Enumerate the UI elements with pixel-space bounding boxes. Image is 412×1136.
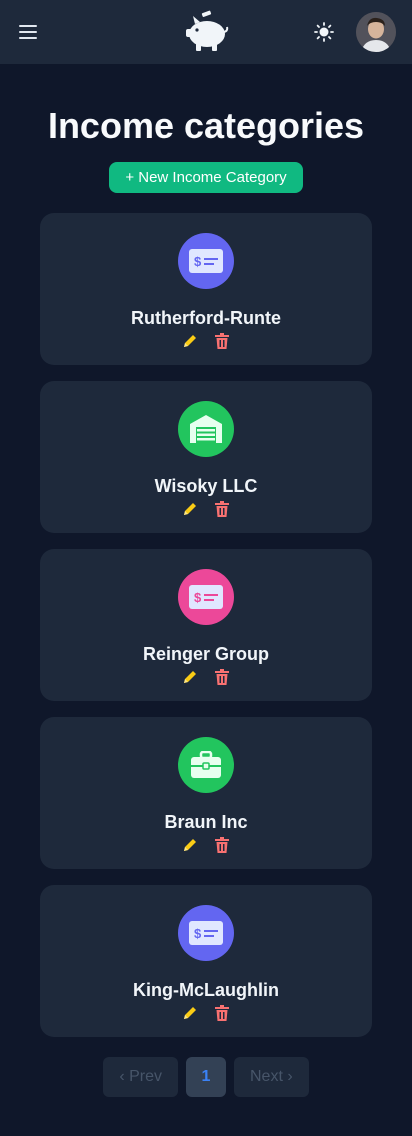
category-card: Braun Inc <box>40 717 372 869</box>
trash-icon[interactable] <box>214 669 230 685</box>
check-icon: $ <box>178 569 234 625</box>
category-actions <box>182 1005 230 1021</box>
briefcase-icon <box>178 737 234 793</box>
category-actions <box>182 501 230 517</box>
check-icon: $ <box>178 905 234 961</box>
category-name: Braun Inc <box>164 812 248 832</box>
next-page-button[interactable]: Next › <box>234 1057 309 1097</box>
trash-icon[interactable] <box>214 333 230 349</box>
category-name: Wisoky LLC <box>154 476 258 496</box>
category-name: Rutherford-Runte <box>131 308 281 328</box>
svg-text:$: $ <box>194 926 202 941</box>
header-tools <box>304 12 396 52</box>
current-page-button[interactable]: 1 <box>186 1057 226 1097</box>
top-navbar <box>0 0 412 64</box>
pencil-icon[interactable] <box>182 333 198 349</box>
pencil-icon[interactable] <box>182 837 198 853</box>
sun-icon[interactable] <box>304 12 344 52</box>
piggy-bank-icon[interactable] <box>183 10 229 52</box>
prev-page-button[interactable]: ‹ Prev <box>103 1057 178 1097</box>
category-actions <box>182 669 230 685</box>
pencil-icon[interactable] <box>182 501 198 517</box>
category-card: $ King-McLaughlin <box>40 885 372 1037</box>
trash-icon[interactable] <box>214 501 230 517</box>
hamburger-menu-icon[interactable] <box>18 22 38 42</box>
category-name: King-McLaughlin <box>133 980 279 1000</box>
trash-icon[interactable] <box>214 837 230 853</box>
warehouse-icon <box>178 401 234 457</box>
category-actions <box>182 333 230 349</box>
page-title: Income categories <box>47 105 365 146</box>
category-card: $ Reinger Group <box>40 549 372 701</box>
category-name: Reinger Group <box>142 644 269 664</box>
category-card: Wisoky LLC <box>40 381 372 533</box>
category-actions <box>182 837 230 853</box>
category-card: $ Rutherford-Runte <box>40 213 372 365</box>
pagination: ‹ Prev 1 Next › <box>0 1057 412 1097</box>
check-icon: $ <box>178 233 234 289</box>
pencil-icon[interactable] <box>182 1005 198 1021</box>
trash-icon[interactable] <box>214 1005 230 1021</box>
svg-text:$: $ <box>194 590 202 605</box>
category-list: $ Rutherford-Runte Wisoky LLC $ Reinger Grou… <box>40 213 372 1037</box>
pencil-icon[interactable] <box>182 669 198 685</box>
user-avatar[interactable] <box>356 12 396 52</box>
new-income-category-button[interactable]: + New Income Category <box>109 162 303 193</box>
svg-text:$: $ <box>194 254 202 269</box>
